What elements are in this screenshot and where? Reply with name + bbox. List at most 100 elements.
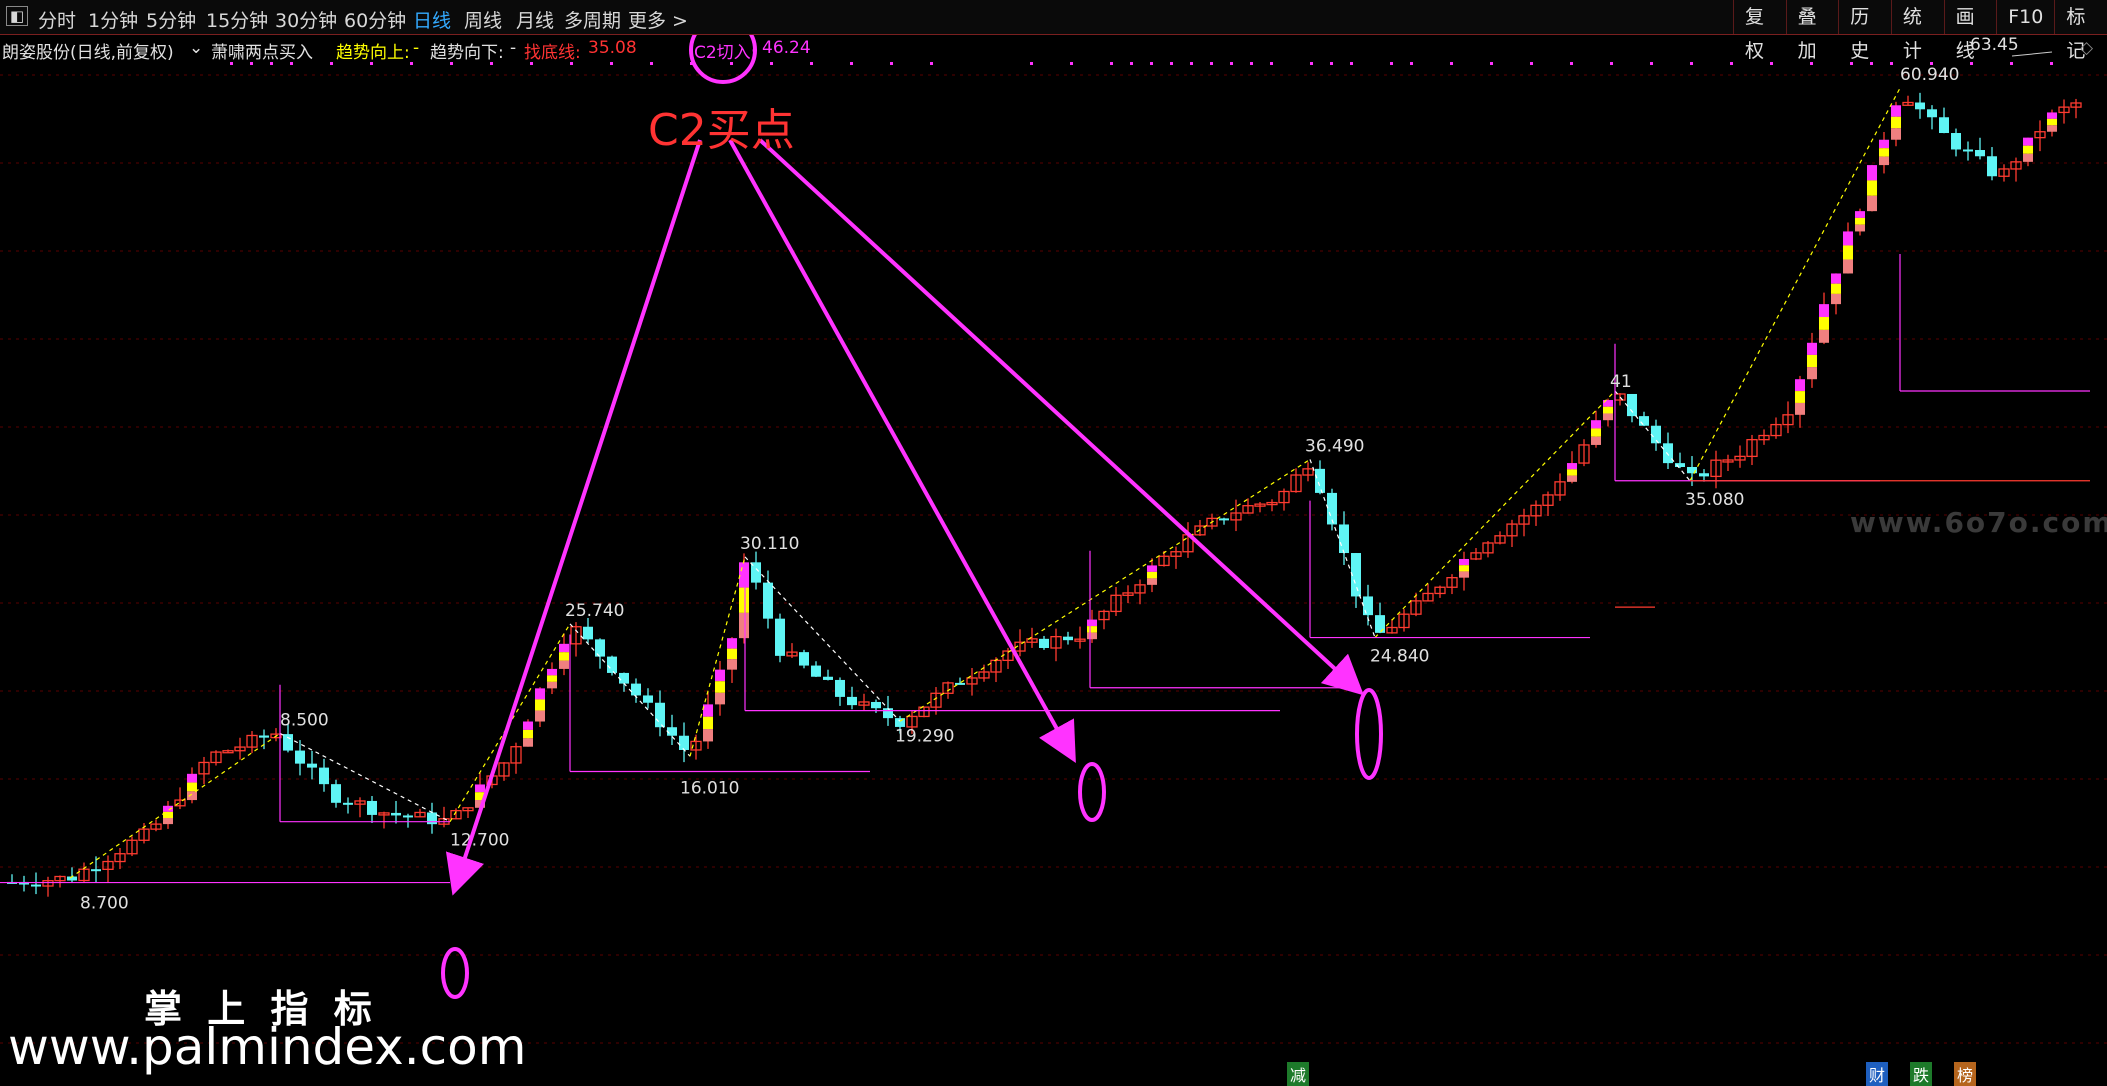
candle-body [91,869,101,872]
candle-body [823,676,833,680]
signal-dot [1310,62,1313,65]
bottom-line-label: 找底线: [524,43,581,63]
btn-drawing[interactable]: 画线 [1943,0,1997,62]
candle-body [1843,259,1853,274]
candle-body [703,704,713,717]
candle-body [1087,632,1097,640]
signal-dot [1330,62,1333,65]
candle-body [1087,619,1097,627]
tab-1min[interactable]: 1分钟 [88,6,138,33]
candle-body [1219,518,1229,521]
annotation-arrow [758,138,1364,696]
candle-body [343,802,353,805]
signal-dot [1490,62,1493,65]
signal-dot [1530,62,1533,65]
tab-fenshi[interactable]: 分时 [38,6,76,33]
candle-body [1855,224,1865,232]
signal-dot [1690,62,1693,65]
candle-body [1603,413,1613,421]
c2-buy-annotation: C2买点 [648,105,795,156]
candle-body [31,884,41,887]
candle-body [2047,118,2057,126]
btn-statistics[interactable]: 统计 [1890,0,1944,62]
tab-week[interactable]: 周线 [464,6,502,33]
badge-die[interactable]: 跌 [1910,1062,1933,1086]
btn-history[interactable]: 历史 [1838,0,1891,62]
candle-body [427,812,437,825]
zigzag-line [1614,390,1691,482]
candle-body [715,692,725,705]
btn-f10[interactable]: F10 [1996,0,2054,34]
candle-body [799,652,809,666]
menu-icon[interactable]: ◧ [6,6,29,26]
trend-up-label: 趋势向上: [336,43,410,63]
candle-body [1591,420,1601,429]
candle-body [283,734,293,751]
candle-body [679,735,689,750]
price-label: 30.110 [740,534,799,554]
signal-dot [1190,62,1193,65]
tab-60min[interactable]: 60分钟 [344,6,406,33]
signal-dot [1410,62,1413,65]
watermark-url: www.palmindex.com [8,1018,527,1076]
signal-dot [610,62,613,65]
btn-overlay[interactable]: 叠加 [1785,0,1839,62]
annotation-arrow [445,139,702,896]
tab-multi[interactable]: 多周期 [564,6,621,33]
tab-30min[interactable]: 30分钟 [275,6,337,33]
candle-body [163,818,173,825]
candlestick-chart: 8.500 25.740 30.110 36.490 41 60.940 63.45 8.70… [0,16,2107,1044]
candle-body [1795,379,1805,392]
indicator-name[interactable]: 萧啸两点买入 [211,38,313,63]
candle-body [1627,393,1637,417]
candle-body [1963,149,1973,152]
candle-body [1891,128,1901,140]
signal-dot [850,62,853,65]
candle-body [1567,469,1577,476]
candle-body [739,587,749,613]
tab-15min[interactable]: 15分钟 [206,6,268,33]
candle-body [1147,571,1157,579]
stock-name: 朗姿股份(日线,前复权) [2,43,174,63]
candle-body [883,708,893,719]
signal-dot [1610,62,1613,65]
candle-body [1063,636,1073,641]
candle-body [1603,406,1613,414]
candle-body [619,672,629,684]
candle-body [1639,416,1649,426]
candle-body [643,695,653,703]
candle-body [631,683,641,696]
tab-5min[interactable]: 5分钟 [146,6,196,33]
candle-body [1567,463,1577,470]
candle-body [1795,402,1805,415]
indicator-dropdown-icon[interactable]: ⌄ [189,38,203,58]
badge-cai[interactable]: 财 [1866,1062,1889,1086]
candle-body [1879,148,1889,157]
candle-body [1831,283,1841,294]
trend-up-value: - [413,38,420,58]
badge-jian[interactable]: 减 [1287,1062,1310,1086]
candle-body [547,675,557,682]
candle-body [763,582,773,619]
btn-marker[interactable]: 标记 [2054,0,2107,62]
candle-body [847,696,857,706]
zigzag-line [744,556,901,722]
candle-body [2047,125,2057,132]
candle-body [1339,524,1349,554]
tab-more[interactable]: 更多 > [628,6,688,33]
badge-bang[interactable]: 榜 [1954,1062,1977,1086]
c2-circle-mark [441,947,469,999]
candle-body [1363,596,1373,616]
candle-body [1975,150,1985,157]
candle-body [547,668,557,676]
price-label: 25.740 [565,601,624,621]
collapse-icon[interactable]: ◇ [2080,38,2093,58]
candle-body [727,638,737,649]
candle-body [535,688,545,700]
candle-body [1375,615,1385,633]
signal-dot [1230,62,1233,65]
tab-month[interactable]: 月线 [516,6,554,33]
tab-day[interactable]: 日线 [413,6,451,33]
bottom-line-value: 35.08 [588,38,637,58]
btn-restore-rights[interactable]: 复权 [1733,0,1786,62]
